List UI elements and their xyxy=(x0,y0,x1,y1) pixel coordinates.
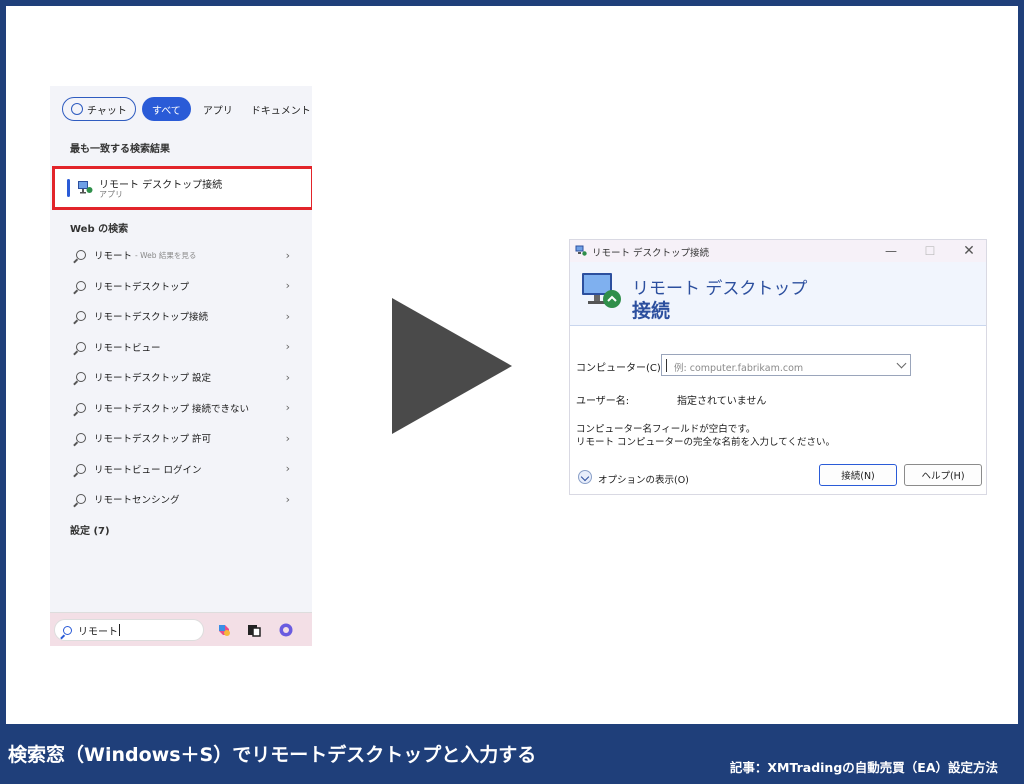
search-icon xyxy=(76,341,86,352)
chevron-right-icon: › xyxy=(285,492,290,506)
web-result-remote-desktop-allow[interactable]: リモートデスクトップ 許可 › xyxy=(50,423,312,454)
text-cursor xyxy=(119,624,120,636)
taskbar: リモート xyxy=(50,612,312,646)
filter-chat-button[interactable]: チャット xyxy=(62,97,136,121)
window-titlebar[interactable]: リモート デスクトップ接続 — ☐ ✕ xyxy=(570,240,986,262)
search-icon xyxy=(76,402,86,413)
web-result-sublabel: - Web 結果を見る xyxy=(135,250,197,260)
copilot-icon[interactable] xyxy=(216,622,232,638)
web-result-remote-sensing[interactable]: リモートセンシング › xyxy=(50,484,312,515)
text-cursor xyxy=(666,359,667,372)
chevron-right-icon: › xyxy=(285,462,290,476)
filter-apps-button[interactable]: アプリ xyxy=(197,97,239,121)
taskbar-search-value: リモート xyxy=(78,626,118,638)
settings-heading[interactable]: 設定 (7) xyxy=(70,522,110,537)
remote-desktop-app-icon xyxy=(78,181,93,194)
computer-field-label: コンピューター(C): xyxy=(576,363,665,374)
chevron-right-icon: › xyxy=(285,340,290,354)
connect-button[interactable]: 接続(N) xyxy=(819,464,897,486)
chat-icon xyxy=(71,103,83,115)
web-results-list: リモート - Web 結果を見る › リモートデスクトップ › リモートデスクト… xyxy=(50,240,312,515)
chevron-right-icon: › xyxy=(285,370,290,384)
remote-desktop-monitor-icon xyxy=(582,273,621,308)
search-icon xyxy=(76,280,86,291)
computer-placeholder: 例: computer.fabrikam.com xyxy=(674,363,804,374)
web-search-heading: Web の検索 xyxy=(70,224,129,235)
web-result-remote-desktop[interactable]: リモートデスクトップ › xyxy=(50,271,312,302)
next-step-arrow-icon xyxy=(392,298,512,434)
step-caption: 検索窓（Windows＋S）でリモートデスクトップと入力する xyxy=(8,744,537,766)
web-result-label: リモートデスクトップ 接続できない xyxy=(94,403,250,415)
remote-desktop-connection-window: リモート デスクトップ接続 — ☐ ✕ リモート デスクトップ 接続 コンピュー… xyxy=(570,240,986,494)
chevron-down-icon[interactable] xyxy=(896,358,907,369)
help-button[interactable]: ヘルプ(H) xyxy=(904,464,982,486)
taskbar-search-box[interactable]: リモート xyxy=(54,619,204,641)
window-title: リモート デスクトップ接続 xyxy=(592,248,710,259)
filter-documents-button[interactable]: ドキュメント xyxy=(245,97,312,121)
minimize-button[interactable]: — xyxy=(876,242,906,260)
computer-combobox[interactable]: 例: computer.fabrikam.com xyxy=(661,354,911,376)
web-result-label: リモートビュー ログイン xyxy=(94,464,202,476)
username-label: ユーザー名: xyxy=(576,396,630,407)
remote-desktop-app-icon xyxy=(575,245,587,256)
close-icon: ✕ xyxy=(963,243,975,259)
hint-line-1: コンピューター名フィールドが空白です。 xyxy=(576,424,756,435)
search-icon xyxy=(76,372,86,383)
show-options-chevron-icon[interactable] xyxy=(578,470,592,484)
filter-all-button[interactable]: すべて xyxy=(141,97,191,121)
search-icon xyxy=(76,494,86,505)
web-result-remote-view-login[interactable]: リモートビュー ログイン › xyxy=(50,454,312,485)
web-result-label: リモートデスクトップ接続 xyxy=(94,312,209,324)
search-filter-bar: チャット すべて アプリ ドキュメント ウェ xyxy=(62,96,312,122)
web-result-remote-desktop-settings[interactable]: リモートデスクトップ 設定 › xyxy=(50,362,312,393)
chevron-right-icon: › xyxy=(285,401,290,415)
windows-search-panel: チャット すべて アプリ ドキュメント ウェ 最も一致する検索結果 リモート デ… xyxy=(50,86,312,646)
web-result-remote-desktop-cannot-connect[interactable]: リモートデスクトップ 接続できない › xyxy=(50,393,312,424)
teams-chat-icon[interactable] xyxy=(278,622,294,638)
show-options-link[interactable]: オプションの表示(O) xyxy=(598,472,689,486)
search-icon xyxy=(76,311,86,322)
web-result-label: リモートセンシング xyxy=(94,495,180,507)
chevron-right-icon: › xyxy=(285,279,290,293)
chevron-right-icon: › xyxy=(285,431,290,445)
minimize-icon: — xyxy=(885,244,897,258)
best-match-subtitle: アプリ xyxy=(99,190,123,199)
search-icon xyxy=(76,463,86,474)
search-icon xyxy=(76,250,86,261)
hint-line-2: リモート コンピューターの完全な名前を入力してください。 xyxy=(576,437,835,448)
dialog-banner: リモート デスクトップ 接続 xyxy=(570,262,986,326)
web-result-remote-view[interactable]: リモートビュー › xyxy=(50,332,312,363)
caption-footer: 検索窓（Windows＋S）でリモートデスクトップと入力する 記事：XMTrad… xyxy=(0,724,1024,784)
best-match-heading: 最も一致する検索結果 xyxy=(70,144,170,155)
filter-chat-label: チャット xyxy=(87,105,127,117)
chevron-right-icon: › xyxy=(285,309,290,323)
banner-title-line2: 接続 xyxy=(632,300,671,322)
web-result-label: リモートデスクトップ 許可 xyxy=(94,434,212,446)
web-result-label: リモートビュー xyxy=(94,342,161,354)
web-result-remote-desktop-connection[interactable]: リモートデスクトップ接続 › xyxy=(50,301,312,332)
task-view-icon[interactable] xyxy=(246,622,262,638)
maximize-button[interactable]: ☐ xyxy=(915,242,945,260)
search-icon xyxy=(76,433,86,444)
search-icon xyxy=(63,625,72,635)
web-result-label: リモート xyxy=(94,251,133,263)
username-value: 指定されていません xyxy=(677,396,767,407)
article-credit: 記事：XMTradingの自動売買（EA）設定方法 xyxy=(729,760,998,775)
web-result-remote[interactable]: リモート - Web 結果を見る › xyxy=(50,240,312,271)
web-result-label: リモートデスクトップ 設定 xyxy=(94,373,212,385)
close-button[interactable]: ✕ xyxy=(954,242,984,260)
selection-indicator xyxy=(67,179,70,197)
maximize-icon: ☐ xyxy=(924,244,936,258)
web-result-label: リモートデスクトップ xyxy=(94,281,190,293)
best-match-result-remote-desktop[interactable]: リモート デスクトップ接続 アプリ xyxy=(52,166,312,210)
chevron-right-icon: › xyxy=(285,248,290,262)
